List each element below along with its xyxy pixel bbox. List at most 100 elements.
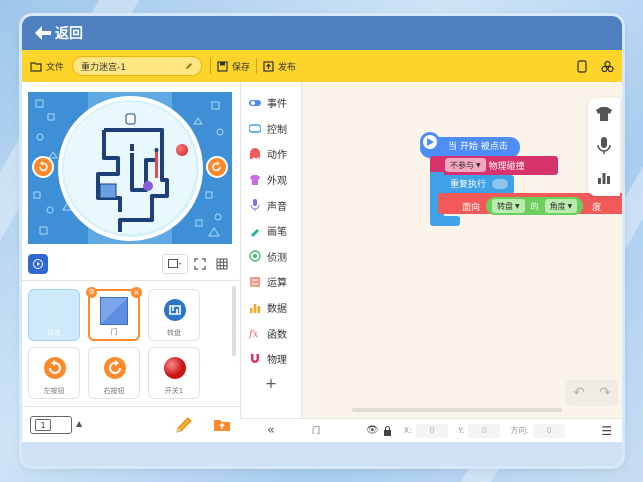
stage-right-button[interactable] bbox=[206, 156, 228, 178]
attribute-dropdown[interactable]: 角度 ▼ bbox=[544, 199, 578, 213]
category-control[interactable]: 控制 bbox=[241, 116, 301, 142]
settings-icon[interactable]: ⚙ bbox=[86, 287, 97, 298]
forever-loop-block[interactable]: 重复执行 bbox=[450, 177, 509, 190]
loop-icon bbox=[492, 178, 509, 189]
direction-label: 方向: bbox=[510, 426, 530, 435]
sprite-item-turntable[interactable]: 转盘 bbox=[148, 289, 200, 341]
stage-size-dropdown[interactable] bbox=[162, 254, 188, 274]
magnet-icon bbox=[249, 353, 261, 365]
folder-upload-icon[interactable] bbox=[212, 415, 232, 435]
page-selector[interactable]: 1 bbox=[30, 416, 72, 434]
sprite-item-background[interactable]: 背景 bbox=[28, 289, 80, 341]
project-name: 重力迷宫-1 bbox=[81, 62, 126, 73]
play-icon bbox=[33, 259, 43, 269]
set-physics-collision-block[interactable]: 不参与 ▼ 物理碰撞 bbox=[442, 158, 525, 172]
category-functions[interactable]: fx 函数 bbox=[241, 320, 301, 346]
sound-tab[interactable] bbox=[588, 130, 620, 162]
sprite-item-door[interactable]: ⚙ × 门 bbox=[86, 287, 142, 341]
sprite-label: 门 bbox=[110, 328, 118, 336]
category-sensing[interactable]: 侦测 bbox=[241, 244, 301, 270]
double-chevron-left-icon: « bbox=[267, 423, 275, 438]
menu-icon[interactable]: ☰ bbox=[601, 424, 612, 438]
phone-icon[interactable] bbox=[577, 59, 587, 73]
rotate-left-icon bbox=[44, 357, 66, 379]
physics-dropdown[interactable]: 不参与 ▼ bbox=[445, 158, 486, 172]
data-tab[interactable] bbox=[588, 162, 620, 194]
app-window: 返回 文件 重力迷宫-1 保存 发布 背景 ⚙ × 门 转盘 左按钮 右按钮 开… bbox=[22, 16, 622, 466]
plus-icon: + bbox=[265, 376, 277, 393]
stage-left-button[interactable] bbox=[32, 156, 54, 178]
event-toggle-icon bbox=[249, 97, 261, 109]
run-button[interactable] bbox=[28, 254, 48, 274]
y-input[interactable]: 0 bbox=[468, 423, 501, 438]
fullscreen-button[interactable] bbox=[192, 254, 208, 274]
lock-icon[interactable] bbox=[383, 425, 392, 436]
workspace-scrollbar[interactable] bbox=[352, 408, 562, 412]
sprite-list: 背景 ⚙ × 门 转盘 左按钮 右按钮 开关1 bbox=[22, 280, 240, 405]
project-name-field[interactable]: 重力迷宫-1 bbox=[72, 56, 203, 76]
code-workspace[interactable]: 当 开始 被点击 不参与 ▼ 物理碰撞 重复执行 面向 转盘 ▼ 的 角度 ▼ 度 bbox=[302, 82, 622, 418]
sprite-label: 开关1 bbox=[164, 387, 184, 395]
category-physics[interactable]: 物理 bbox=[241, 346, 301, 372]
redo-icon[interactable]: ↷ bbox=[599, 385, 611, 401]
image-icon bbox=[168, 259, 181, 268]
sprite-item-switch[interactable]: 开关1 bbox=[148, 347, 200, 399]
block-text: 度 bbox=[592, 202, 602, 213]
sprite-item-left-button[interactable]: 左按钮 bbox=[28, 347, 80, 399]
x-input[interactable]: 0 bbox=[415, 423, 448, 438]
category-label: 物理 bbox=[267, 355, 287, 367]
x-label: X: bbox=[403, 426, 412, 435]
paint-pencil-icon[interactable] bbox=[174, 415, 194, 435]
bar-chart-icon bbox=[598, 173, 610, 184]
category-label: 声音 bbox=[267, 201, 287, 213]
sprite-list-scrollbar[interactable] bbox=[232, 286, 236, 356]
add-extension-button[interactable]: + bbox=[241, 372, 301, 398]
maze bbox=[64, 102, 215, 234]
category-sound[interactable]: 声音 bbox=[241, 192, 301, 218]
save-button[interactable]: 保存 bbox=[217, 60, 250, 73]
back-button[interactable]: 返回 bbox=[34, 22, 83, 44]
top-bar: 返回 bbox=[22, 16, 622, 50]
collapse-button[interactable]: « bbox=[240, 418, 302, 442]
sprite-dropdown[interactable]: 转盘 ▼ bbox=[492, 199, 525, 213]
save-label: 保存 bbox=[232, 62, 251, 73]
ghost-icon bbox=[249, 147, 261, 160]
sensing-reporter[interactable]: 转盘 ▼ 的 角度 ▼ bbox=[486, 197, 584, 215]
sprite-label: 右按钮 bbox=[103, 387, 125, 395]
category-events[interactable]: 事件 bbox=[241, 90, 301, 116]
block-text: 面向 bbox=[462, 202, 481, 213]
category-label: 外观 bbox=[267, 176, 287, 188]
resource-panel bbox=[588, 98, 620, 196]
chevron-down-icon: ▼ bbox=[567, 202, 573, 210]
point-in-direction-block[interactable]: 面向 转盘 ▼ 的 角度 ▼ 度 bbox=[462, 197, 601, 215]
close-icon[interactable]: × bbox=[131, 287, 142, 298]
grid-button[interactable] bbox=[214, 254, 230, 274]
sprite-item-right-button[interactable]: 右按钮 bbox=[88, 347, 140, 399]
sprite-label: 背景 bbox=[47, 329, 61, 337]
divider bbox=[210, 58, 212, 74]
divider bbox=[256, 58, 258, 74]
rotate-right-icon bbox=[104, 357, 126, 379]
category-operators[interactable]: 运算 bbox=[241, 269, 301, 295]
direction-input[interactable]: 0 bbox=[533, 423, 566, 438]
category-motion[interactable]: 动作 bbox=[241, 141, 301, 167]
caret-up-icon[interactable]: ▲ bbox=[76, 419, 82, 428]
sprite-label: 转盘 bbox=[167, 329, 181, 337]
publish-button[interactable]: 发布 bbox=[263, 60, 296, 73]
shirt-icon bbox=[596, 107, 612, 121]
when-start-clicked-block[interactable]: 当 开始 被点击 bbox=[448, 139, 508, 152]
category-label: 侦测 bbox=[267, 252, 287, 264]
category-pen[interactable]: 画笔 bbox=[241, 218, 301, 244]
rotate-left-icon bbox=[39, 161, 48, 172]
category-data[interactable]: 数据 bbox=[241, 295, 301, 321]
undo-icon[interactable]: ↶ bbox=[573, 385, 585, 401]
extensions-icon[interactable] bbox=[601, 60, 614, 73]
turntable-icon bbox=[164, 299, 186, 321]
stage-canvas[interactable] bbox=[28, 92, 232, 244]
category-looks[interactable]: 外观 bbox=[241, 167, 301, 193]
block-text: 的 bbox=[530, 201, 539, 211]
red-ball bbox=[176, 144, 188, 156]
costume-tab[interactable] bbox=[588, 98, 620, 130]
file-menu[interactable]: 文件 bbox=[30, 60, 64, 73]
eye-icon[interactable]: 👁 bbox=[366, 425, 379, 436]
